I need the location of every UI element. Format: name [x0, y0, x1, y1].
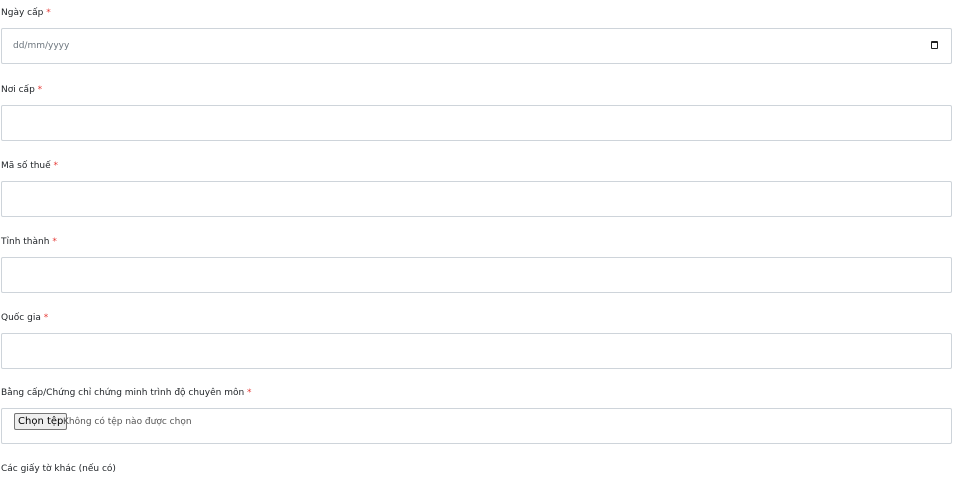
country-box	[1, 333, 952, 369]
issue-place-label-text: Nơi cấp	[1, 85, 35, 95]
tax-code-label-text: Mã số thuế	[1, 161, 51, 171]
other-documents-field: Các giấy tờ khác (nếu có)	[1, 463, 952, 475]
country-label-text: Quốc gia	[1, 313, 41, 323]
issue-date-input[interactable]: dd/mm/yyyy	[1, 28, 952, 64]
other-documents-label-text: Các giấy tờ khác (nếu có)	[1, 464, 116, 474]
tax-code-field: Mã số thuế *	[1, 160, 952, 217]
issue-date-placeholder: dd/mm/yyyy	[13, 41, 70, 51]
other-documents-label: Các giấy tờ khác (nếu có)	[1, 463, 952, 475]
issue-place-box	[1, 105, 952, 141]
province-field: Tỉnh thành *	[1, 236, 952, 293]
required-mark: *	[37, 85, 43, 95]
province-box	[1, 257, 952, 293]
province-input[interactable]	[2, 258, 951, 292]
certificate-field: Bằng cấp/Chứng chỉ chứng minh trình độ c…	[1, 387, 952, 444]
issue-place-label: Nơi cấp *	[1, 84, 952, 96]
issue-date-label: Ngày cấp *	[1, 7, 952, 19]
certificate-file-box: Chọn tệp Không có tệp nào được chọn	[1, 408, 952, 444]
issue-place-field: Nơi cấp *	[1, 84, 952, 141]
tax-code-label: Mã số thuế *	[1, 160, 952, 172]
required-mark: *	[43, 313, 49, 323]
province-label: Tỉnh thành *	[1, 236, 952, 248]
issue-place-input[interactable]	[2, 106, 951, 140]
required-mark: *	[52, 237, 57, 247]
required-mark: *	[46, 8, 51, 18]
required-mark: *	[53, 161, 59, 171]
calendar-icon[interactable]	[931, 41, 938, 49]
certificate-label-text: Bằng cấp/Chứng chỉ chứng minh trình độ c…	[1, 388, 245, 398]
tax-code-box	[1, 181, 952, 217]
certificate-label: Bằng cấp/Chứng chỉ chứng minh trình độ c…	[1, 387, 952, 399]
choose-file-button[interactable]: Chọn tệp	[14, 413, 68, 430]
country-label: Quốc gia *	[1, 312, 952, 324]
file-status-text: Không có tệp nào được chọn	[63, 417, 192, 427]
province-label-text: Tỉnh thành	[1, 237, 50, 247]
issue-date-field: Ngày cấp * dd/mm/yyyy	[1, 7, 952, 64]
required-mark: *	[247, 388, 252, 398]
country-input[interactable]	[2, 334, 951, 368]
tax-code-input[interactable]	[2, 182, 951, 216]
country-field: Quốc gia *	[1, 312, 952, 369]
issue-date-label-text: Ngày cấp	[1, 8, 44, 18]
